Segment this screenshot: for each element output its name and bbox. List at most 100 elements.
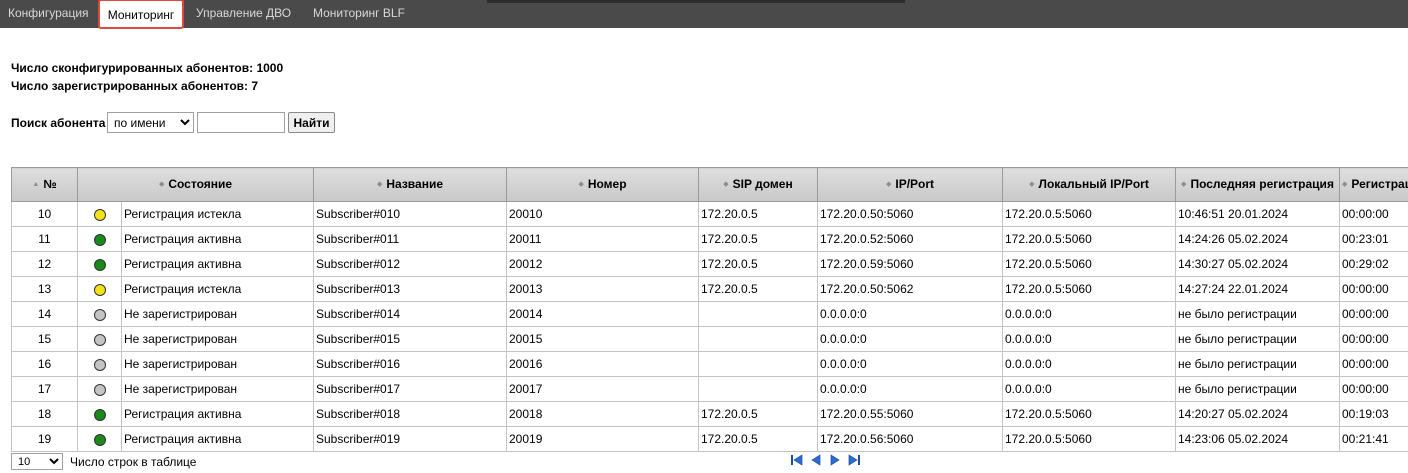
cell-phone-number: 20012 [506,251,699,277]
cell-row-number: 19 [11,426,78,452]
cell-status-indicator [77,201,122,227]
last-page-icon[interactable] [847,453,861,467]
cell-name: Subscriber#013 [313,276,507,302]
table-row[interactable]: 10 Регистрация истекла Subscriber#010 20010… [11,201,1408,227]
table-row[interactable]: 18 Регистрация активна Subscriber#018 20018… [11,401,1408,427]
cell-status-indicator [77,426,122,452]
top-nav-bar: Конфигурация Мониторинг Управление ДВО М… [0,0,1408,29]
header-ip-port[interactable]: ◆ IP/Port [817,167,1003,202]
cell-last-registration: 14:30:27 05.02.2024 [1175,251,1340,277]
cell-status-indicator [77,226,122,252]
search-mode-select[interactable]: по имени [107,112,194,133]
prev-page-icon[interactable] [809,453,823,467]
cell-last-registration: не было регистрации [1175,376,1340,402]
cell-registration-time: 00:00:00 [1339,276,1408,302]
cell-local-ip-port: 172.20.0.5:5060 [1002,401,1176,427]
cell-state: Регистрация активна [121,426,314,452]
subscribers-table: ▲ № ◆ Состояние ◆ Название ◆ Номер ◆ SIP доме… [11,167,1408,452]
rows-per-page-select[interactable]: 10 [11,453,63,470]
cell-sip-domain: 172.20.0.5 [698,226,818,252]
tab-svc-management[interactable]: Управление ДВО [196,0,291,28]
cell-last-registration: 14:23:06 05.02.2024 [1175,426,1340,452]
status-dot-icon [93,283,106,296]
status-dot-icon [93,233,106,246]
cell-last-registration: 14:20:27 05.02.2024 [1175,401,1340,427]
table-header-row: ▲ № ◆ Состояние ◆ Название ◆ Номер ◆ SIP доме… [11,167,1408,202]
table-footer: 10 Число строк в таблице [11,453,1408,471]
cell-row-number: 11 [11,226,78,252]
table-row[interactable]: 15 Не зарегистрирован Subscriber#015 20015 0… [11,326,1408,352]
cell-local-ip-port: 0.0.0.0:0 [1002,351,1176,377]
cell-ip-port: 0.0.0.0:0 [817,301,1003,327]
cell-status-indicator [77,301,122,327]
header-state[interactable]: ◆ Состояние [77,167,314,202]
table-row[interactable]: 16 Не зарегистрирован Subscriber#016 20016 0… [11,351,1408,377]
cell-ip-port: 172.20.0.59:5060 [817,251,1003,277]
cell-sip-domain [698,351,818,377]
table-body: 10 Регистрация истекла Subscriber#010 20010… [11,201,1408,452]
first-page-icon[interactable] [790,453,804,467]
header-local-ip-port[interactable]: ◆ Локальный IP/Port [1002,167,1176,202]
cell-last-registration: 14:24:26 05.02.2024 [1175,226,1340,252]
cell-row-number: 12 [11,251,78,277]
cell-state: Регистрация активна [121,251,314,277]
table-row[interactable]: 12 Регистрация активна Subscriber#012 20012… [11,251,1408,277]
search-input[interactable] [197,112,285,133]
search-button[interactable]: Найти [288,112,335,133]
tab-configuration[interactable]: Конфигурация [8,0,89,28]
cell-phone-number: 20018 [506,401,699,427]
table-row[interactable]: 11 Регистрация активна Subscriber#011 20011… [11,226,1408,252]
cell-name: Subscriber#011 [313,226,507,252]
header-last-registration[interactable]: ◆ Последняя регистрация [1175,167,1340,202]
cell-sip-domain: 172.20.0.5 [698,251,818,277]
cell-local-ip-port: 172.20.0.5:5060 [1002,251,1176,277]
sort-icon: ◆ [1029,181,1035,188]
configured-subscribers-count: Число сконфигурированных абонентов: 1000 [11,61,284,75]
rows-per-page-label: Число строк в таблице [70,455,197,469]
cell-registration-time: 00:00:00 [1339,326,1408,352]
table-row[interactable]: 14 Не зарегистрирован Subscriber#014 20014 0… [11,301,1408,327]
cell-state: Регистрация истекла [121,201,314,227]
cell-row-number: 16 [11,351,78,377]
status-dot-icon [93,333,106,346]
header-name[interactable]: ◆ Название [313,167,507,202]
cell-ip-port: 172.20.0.50:5062 [817,276,1003,302]
cell-last-registration: 14:27:24 22.01.2024 [1175,276,1340,302]
table-row[interactable]: 17 Не зарегистрирован Subscriber#017 20017 0… [11,376,1408,402]
status-dot-icon [93,408,106,421]
cell-ip-port: 172.20.0.55:5060 [817,401,1003,427]
cell-sip-domain [698,376,818,402]
cell-sip-domain [698,301,818,327]
table-row[interactable]: 19 Регистрация активна Subscriber#019 20019… [11,426,1408,452]
cell-local-ip-port: 172.20.0.5:5060 [1002,426,1176,452]
table-row[interactable]: 13 Регистрация истекла Subscriber#013 20013… [11,276,1408,302]
cell-local-ip-port: 0.0.0.0:0 [1002,301,1176,327]
next-page-icon[interactable] [828,453,842,467]
cell-ip-port: 0.0.0.0:0 [817,351,1003,377]
cell-row-number: 14 [11,301,78,327]
cell-sip-domain: 172.20.0.5 [698,401,818,427]
tab-blf-monitoring[interactable]: Мониторинг BLF [313,0,405,28]
cell-phone-number: 20014 [506,301,699,327]
cell-phone-number: 20019 [506,426,699,452]
cell-state: Не зарегистрирован [121,376,314,402]
cell-local-ip-port: 172.20.0.5:5060 [1002,276,1176,302]
header-number[interactable]: ▲ № [11,167,78,202]
status-dot-icon [93,208,106,221]
sort-icon: ◆ [158,181,165,188]
cell-row-number: 18 [11,401,78,427]
header-phone-number[interactable]: ◆ Номер [506,167,699,202]
status-dot-icon [93,308,106,321]
status-dot-icon [93,358,106,371]
tab-monitoring[interactable]: Мониторинг [98,0,184,29]
cell-phone-number: 20016 [506,351,699,377]
cell-registration-time: 00:00:00 [1339,351,1408,377]
cell-name: Subscriber#010 [313,201,507,227]
header-registration[interactable]: ◆Регистрация [1339,167,1408,202]
cell-local-ip-port: 172.20.0.5:5060 [1002,226,1176,252]
sort-icon: ◆ [1342,181,1348,188]
header-sip-domain[interactable]: ◆ SIP домен [698,167,818,202]
status-dot-icon [93,383,106,396]
cell-sip-domain: 172.20.0.5 [698,201,818,227]
cell-registration-time: 00:29:02 [1339,251,1408,277]
